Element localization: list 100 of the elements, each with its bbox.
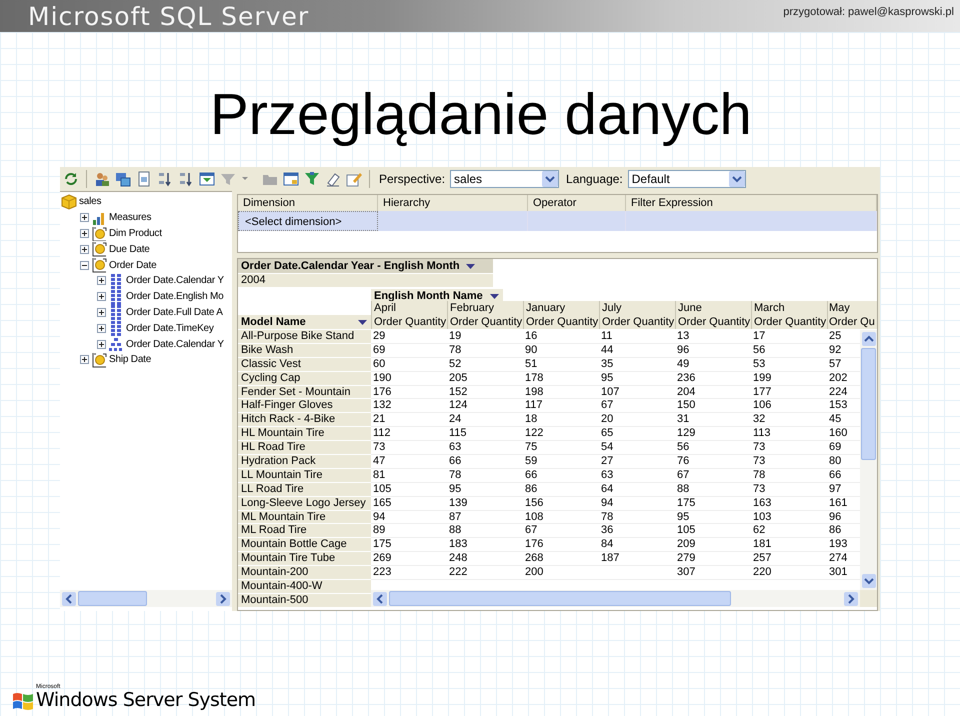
expand-icon[interactable] xyxy=(97,276,106,286)
scroll-thumb[interactable] xyxy=(389,591,730,606)
table-cell-text: 16 xyxy=(524,330,538,343)
refresh-icon[interactable] xyxy=(63,171,79,187)
row-header: ML Mountain Tire xyxy=(238,510,371,524)
table-cell-text: 132 xyxy=(372,399,392,412)
expand-icon[interactable] xyxy=(97,292,106,302)
table-cell-text: 124 xyxy=(448,399,468,412)
dropdown-field[interactable]: Default xyxy=(628,170,746,188)
expand-icon[interactable] xyxy=(80,355,89,364)
table-cell-text: 18 xyxy=(524,413,538,426)
table-cell-text: 63 xyxy=(600,468,614,482)
sort-ascending-icon[interactable] xyxy=(157,171,173,187)
table-cell-text: 66 xyxy=(828,468,842,482)
table-cell-text: 160 xyxy=(828,427,848,440)
table-cell-text: 105 xyxy=(676,524,696,538)
eraser-icon[interactable] xyxy=(325,171,341,187)
expand-icon[interactable] xyxy=(80,213,89,222)
table-cell-text: 175 xyxy=(676,496,696,510)
table-cell-text: 25 xyxy=(828,330,842,343)
expand-icon[interactable] xyxy=(97,324,106,333)
table-cell-text: 24 xyxy=(448,413,462,426)
column-header: Order Quantity xyxy=(447,315,523,329)
edit-icon[interactable] xyxy=(346,171,362,187)
table-cell-text: 176 xyxy=(372,386,392,398)
table-cell-text: 78 xyxy=(448,468,462,482)
row-header: Mountain-500 xyxy=(238,594,371,608)
table-cell-text: 78 xyxy=(448,344,462,357)
table-cell-text: 96 xyxy=(676,344,690,357)
scroll-thumb[interactable] xyxy=(78,591,148,606)
column-header[interactable]: Operator xyxy=(528,195,626,211)
tree-item[interactable]: Order Date.Calendar Y xyxy=(126,338,224,350)
column-header[interactable]: Dimension xyxy=(238,195,378,211)
expand-icon[interactable] xyxy=(97,308,106,317)
sort-descending-icon[interactable] xyxy=(178,171,194,187)
field-button[interactable]: Order Date.Calendar Year - English Month xyxy=(238,259,493,273)
slide-title: Przeglądanie danych xyxy=(210,82,753,149)
caret-icon[interactable] xyxy=(490,294,499,298)
tree-item[interactable]: Order Date.Full Date A xyxy=(126,306,223,318)
hierarchy-icon xyxy=(108,336,124,352)
table-cell-text: 47 xyxy=(372,455,386,468)
tree-item[interactable]: sales xyxy=(79,196,102,208)
column-header: Order Quantity xyxy=(371,315,447,329)
table-cell-text: 69 xyxy=(828,441,842,454)
tree-item[interactable]: Order Date xyxy=(109,260,156,271)
tree-item[interactable]: Dim Product xyxy=(109,228,162,239)
column-header: May xyxy=(827,301,877,315)
window-icon[interactable] xyxy=(115,171,131,187)
table-cell[interactable]: <Select dimension> xyxy=(238,211,378,231)
field-button[interactable]: Model Name xyxy=(238,315,371,329)
table-cell-text: 105 xyxy=(372,482,392,496)
grid-row[interactable]: <Select dimension> xyxy=(238,211,877,231)
horizontal-scrollbar[interactable] xyxy=(371,590,860,607)
table-cell-text: 13 xyxy=(676,330,690,343)
users-icon[interactable] xyxy=(94,171,110,187)
grid-icon xyxy=(108,288,124,305)
column-header[interactable]: Hierarchy xyxy=(378,195,528,211)
caret-icon[interactable] xyxy=(466,264,475,268)
tree-item[interactable]: Order Date.TimeKey xyxy=(126,322,214,334)
scroll-thumb[interactable] xyxy=(861,348,876,460)
tree-item[interactable]: Ship Date xyxy=(109,354,152,366)
document-icon[interactable] xyxy=(136,171,152,187)
collapse-icon[interactable] xyxy=(80,260,89,270)
row-header: Classic Vest xyxy=(238,358,371,372)
table-cell-text: 113 xyxy=(752,427,772,440)
tree-item[interactable]: Due Date xyxy=(109,244,150,255)
table-cell-text: 80 xyxy=(828,455,842,468)
table-cell-text: 181 xyxy=(752,538,772,552)
row-header: ML Road Tire xyxy=(238,524,371,538)
column-header: April xyxy=(371,301,447,315)
table-cell-text: 67 xyxy=(524,524,538,538)
table-cell-text: 49 xyxy=(676,358,690,371)
dropdown-field[interactable]: sales xyxy=(450,170,560,188)
expand-icon[interactable] xyxy=(97,340,106,349)
table-cell-text: 31 xyxy=(676,413,690,426)
row-header: Mountain-400-W xyxy=(238,580,371,594)
vertical-scrollbar[interactable] xyxy=(860,330,877,590)
caret-icon[interactable] xyxy=(358,320,367,324)
table-cell-text: 177 xyxy=(752,386,772,398)
table-cell-text: 36 xyxy=(600,524,614,538)
expand-icon[interactable] xyxy=(80,244,89,254)
table-cell-text: 21 xyxy=(372,413,386,426)
funnel-icon[interactable] xyxy=(304,171,320,187)
tree-item[interactable]: Order Date.Calendar Y xyxy=(126,275,224,286)
window-icon[interactable] xyxy=(199,171,215,187)
table-cell-text: 94 xyxy=(372,510,386,524)
horizontal-scrollbar[interactable] xyxy=(60,590,232,607)
tree-item[interactable]: Measures xyxy=(109,212,152,224)
table-cell-text: 175 xyxy=(372,538,392,552)
table-cell-text: 78 xyxy=(752,468,766,482)
table-cell-text: 152 xyxy=(448,386,468,398)
table-cell-text: 64 xyxy=(600,482,614,496)
expand-icon[interactable] xyxy=(80,228,89,238)
column-header: Order Quantity xyxy=(599,315,675,329)
table-cell-text: 301 xyxy=(828,566,848,580)
table-cell-text: 27 xyxy=(600,455,614,468)
table-icon[interactable] xyxy=(283,171,299,187)
table-cell-text: 205 xyxy=(448,372,468,385)
tree-item[interactable]: Order Date.English Mo xyxy=(126,291,224,302)
column-header[interactable]: Filter Expression xyxy=(626,195,877,211)
